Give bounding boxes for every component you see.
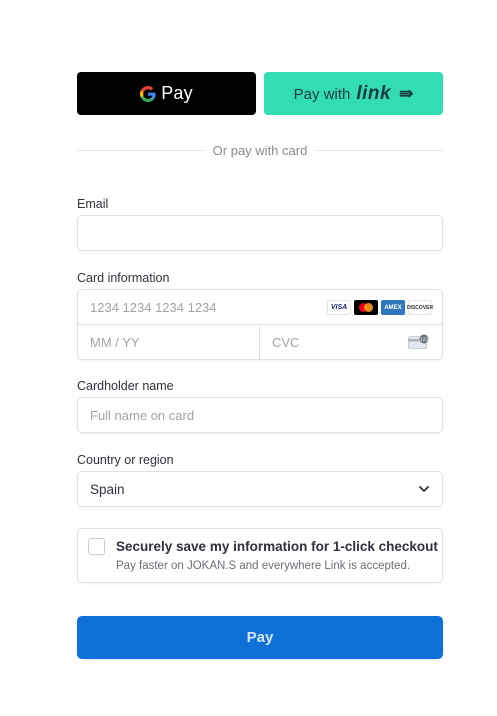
cvc-card-icon: 123 (408, 334, 430, 349)
visa-icon: VISA (327, 300, 351, 315)
save-info-checkbox[interactable] (88, 538, 105, 555)
email-label: Email (77, 197, 109, 211)
country-selected-value: Spain (90, 481, 125, 497)
card-information-group: VISA AMEX DISCOVER 123 (77, 289, 443, 360)
country-label: Country or region (77, 453, 174, 467)
save-info-title: Securely save my information for 1-click… (116, 539, 438, 554)
link-arrow-icon: ⇛ (399, 83, 414, 103)
svg-text:123: 123 (420, 337, 429, 343)
cardholder-name-input[interactable] (78, 398, 442, 432)
divider-line-right (316, 149, 443, 151)
link-logo: link (356, 82, 392, 104)
link-save-info-box: Securely save my information for 1-click… (77, 528, 443, 583)
card-information-label: Card information (77, 271, 170, 285)
discover-icon: DISCOVER (407, 300, 433, 315)
email-field[interactable] (78, 216, 442, 250)
save-info-subtitle: Pay faster on JOKAN.S and everywhere Lin… (116, 560, 411, 572)
country-select[interactable]: Spain (77, 471, 443, 507)
mastercard-icon (354, 300, 378, 315)
link-prefix: Pay with (293, 86, 351, 103)
email-field-wrapper (77, 215, 443, 251)
card-number-row: VISA AMEX DISCOVER (78, 290, 442, 325)
express-checkout: Pay Pay with link ⇛ (77, 72, 443, 115)
pay-button[interactable]: Pay (77, 616, 443, 659)
divider-text: Or pay with card (212, 142, 308, 158)
or-divider: Or pay with card (77, 142, 443, 158)
cvc-input[interactable] (260, 325, 400, 360)
card-number-input[interactable] (78, 290, 318, 324)
pay-with-link-button[interactable]: Pay with link ⇛ (264, 72, 443, 115)
chevron-down-icon (418, 483, 430, 498)
expiry-input[interactable] (78, 325, 218, 360)
cardholder-name-label: Cardholder name (77, 379, 174, 393)
expiry-cell (78, 325, 260, 360)
amex-icon: AMEX (381, 300, 405, 315)
cardholder-name-wrapper (77, 397, 443, 433)
google-g-icon (140, 85, 156, 102)
google-pay-label: Pay (161, 83, 193, 103)
cvc-cell: 123 (260, 325, 442, 360)
divider-line-left (77, 149, 204, 151)
google-pay-button[interactable]: Pay (77, 72, 256, 115)
card-brands: VISA AMEX DISCOVER (327, 300, 433, 315)
